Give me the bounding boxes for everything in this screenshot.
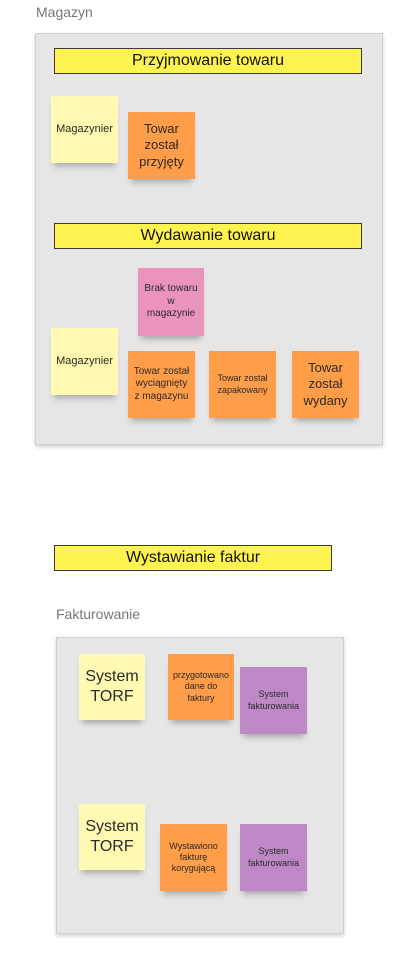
sticky-brak-towaru[interactable]: Brak towaru w magazynie — [138, 268, 204, 336]
banner-przyjmowanie-towaru[interactable]: Przyjmowanie towaru — [54, 48, 362, 74]
frame-label-magazyn: Magazyn — [36, 4, 93, 20]
sticky-towar-wydany[interactable]: Towar został wydany — [292, 351, 359, 418]
sticky-towar-przyjety[interactable]: Towar został przyjęty — [128, 112, 195, 179]
sticky-system-torf-1[interactable]: System TORF — [79, 654, 145, 720]
sticky-system-fakturowania-1[interactable]: System fakturowania — [240, 667, 307, 734]
frame-label-fakturowanie: Fakturowanie — [56, 606, 141, 622]
sticky-system-fakturowania-2[interactable]: System fakturowania — [240, 824, 307, 891]
sticky-towar-zapakowany[interactable]: Towar został zapakowany — [209, 351, 276, 418]
banner-wydawanie-towaru[interactable]: Wydawanie towaru — [54, 223, 362, 249]
sticky-magazynier-1[interactable]: Magazynier — [51, 96, 118, 163]
sticky-system-torf-2[interactable]: System TORF — [79, 804, 145, 870]
sticky-wystawiono-fakture[interactable]: Wystawiono fakturę korygującą — [160, 824, 227, 891]
banner-wystawianie-faktur[interactable]: Wystawianie faktur — [54, 545, 332, 571]
sticky-towar-wyciagniety[interactable]: Towar został wyciągnięty z magazynu — [128, 351, 195, 418]
sticky-magazynier-2[interactable]: Magazynier — [51, 328, 118, 395]
sticky-przygotowano-dane[interactable]: przygotowano dane do faktury — [168, 654, 234, 720]
